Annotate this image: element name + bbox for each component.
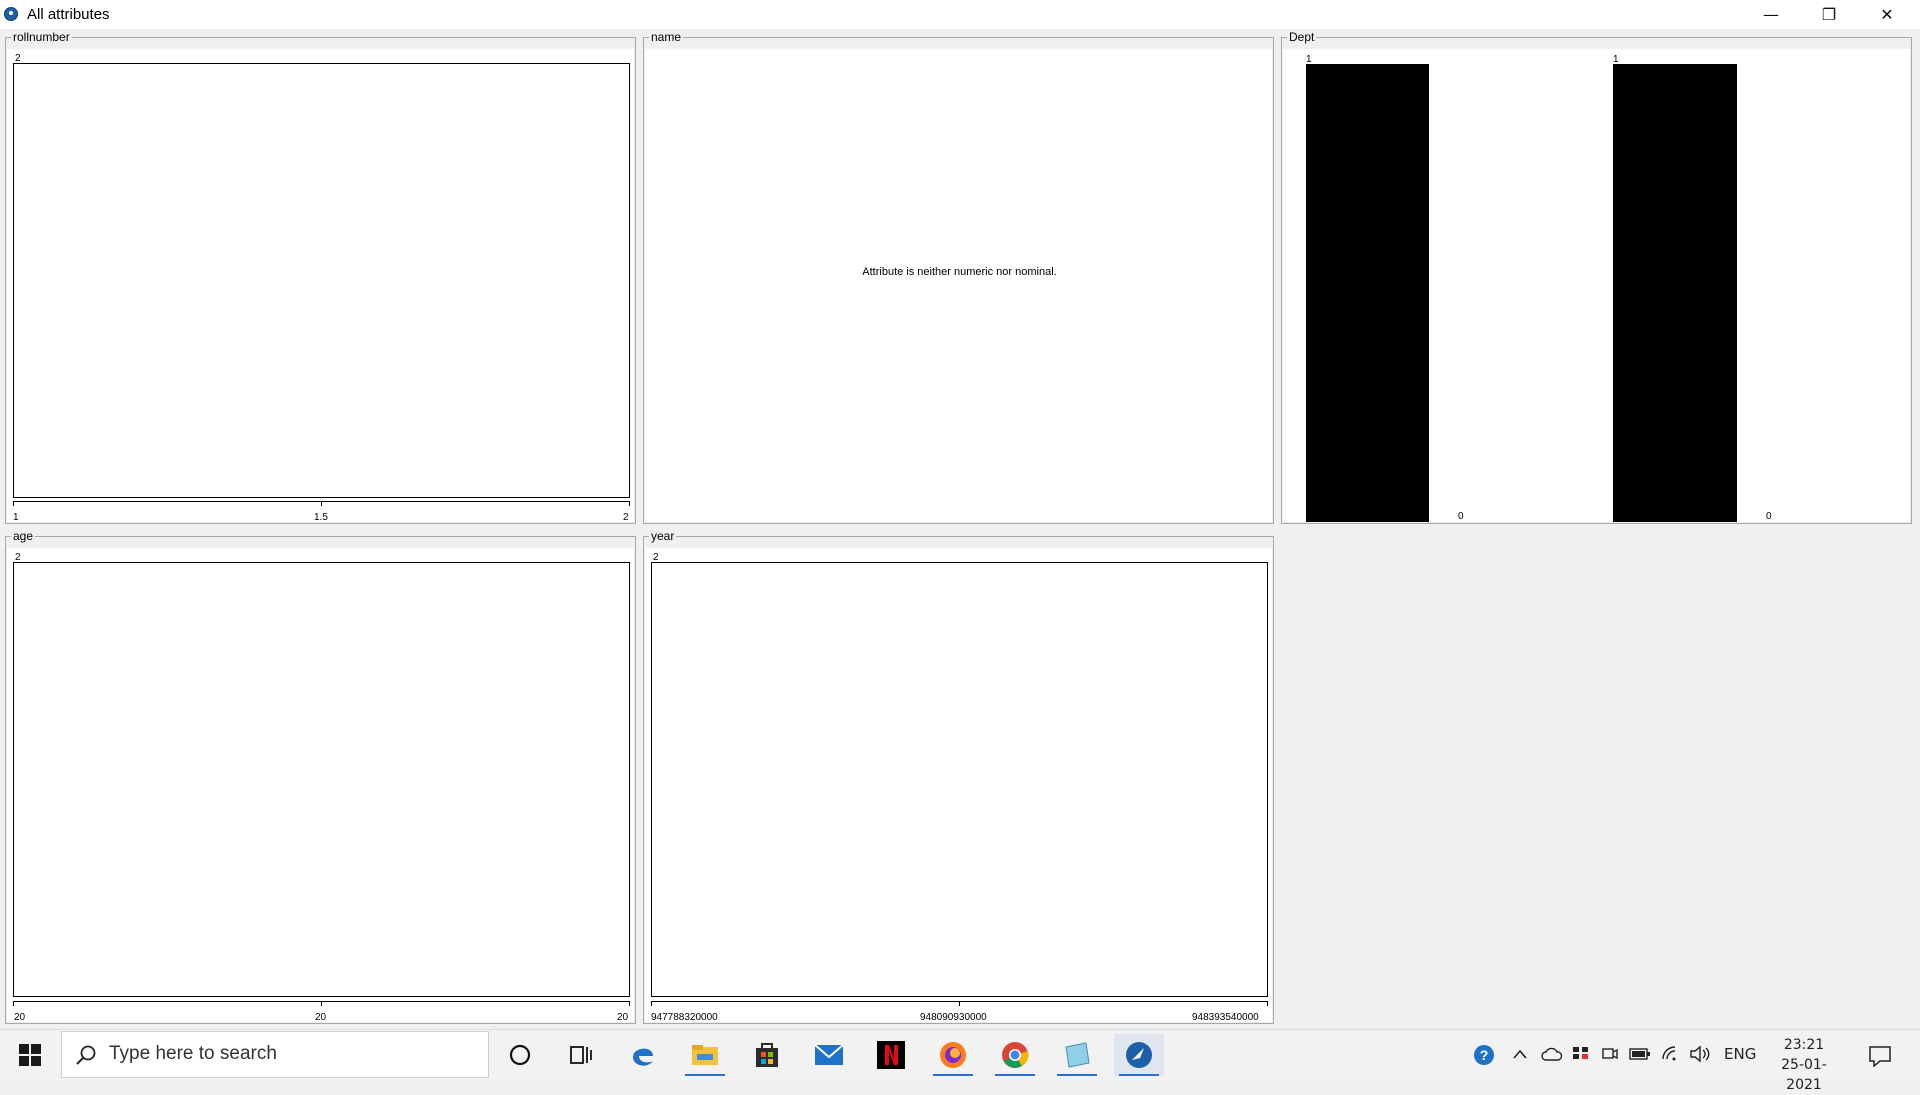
panel-dept: Dept 1 0 1 0 [1281,30,1912,524]
panel-title: age [11,529,36,543]
running-indicator [995,1074,1035,1076]
file-explorer-icon [692,1045,718,1065]
x-tick [629,501,630,506]
x-tick [13,1001,14,1006]
histogram-frame [13,562,630,997]
store-button[interactable] [742,1034,792,1076]
panel-age: age 2 20 20 20 [5,529,636,1024]
search-icon [76,1045,96,1065]
notification-center-icon[interactable] [1868,1045,1892,1067]
close-button[interactable]: ✕ [1858,0,1916,29]
x-label-max: 20 [617,1012,629,1023]
volume-icon[interactable] [1689,1045,1711,1063]
x-label-max: 2 [623,512,629,523]
x-tick [321,1001,322,1006]
minimize-button[interactable]: — [1742,0,1800,29]
meet-now-icon[interactable] [1601,1045,1619,1063]
x-tick [959,1001,960,1006]
file-explorer-button[interactable] [680,1034,730,1076]
edge-button[interactable] [618,1034,668,1076]
svg-text:?: ? [1480,1047,1489,1063]
panel-title: name [649,30,684,44]
running-indicator [1119,1074,1159,1076]
restore-button[interactable]: ❐ [1800,0,1858,29]
clock-time: 23:21 [1783,1037,1825,1053]
clock[interactable]: 23:21 25-01-2021 [1768,1035,1840,1095]
firefox-icon [940,1042,966,1068]
edge-icon [633,1048,653,1066]
x-label-mid: 948090930000 [920,1012,987,1023]
weka-button[interactable] [1114,1034,1164,1076]
chrome-button[interactable] [990,1034,1040,1076]
panel-year: year 2 947788320000 948090930000 9483935… [643,529,1274,1024]
windows-icon [19,1044,41,1066]
running-indicator [1057,1074,1097,1076]
task-view-icon [570,1046,592,1064]
cortana-icon [509,1044,531,1066]
weka-app-icon [4,7,18,21]
histogram-frame [13,63,630,498]
running-indicator [933,1074,973,1076]
panel-title: Dept [1287,30,1317,44]
window-title: All attributes [27,6,110,23]
clock-date: 25-01-2021 [1781,1057,1827,1093]
bar-zero-label: 0 [1458,511,1464,522]
bar-zero-label: 0 [1766,511,1772,522]
x-label-mid: 20 [315,1012,327,1023]
netflix-button[interactable] [866,1034,916,1076]
x-label-mid: 1.5 [314,512,328,523]
netflix-icon [877,1041,905,1069]
cortana-button[interactable] [495,1034,545,1076]
title-bar [0,0,1920,29]
help-icon[interactable]: ? [1473,1044,1495,1066]
firefox-button[interactable] [928,1034,978,1076]
x-label-min: 1 [13,512,19,523]
dept-bar [1613,64,1737,522]
x-tick [1267,1001,1268,1006]
notepad-button[interactable] [1052,1034,1102,1076]
dropbox-icon[interactable] [1571,1045,1591,1063]
histogram-frame [651,562,1268,997]
chevron-up-icon[interactable] [1512,1048,1528,1060]
mail-button[interactable] [804,1034,854,1076]
not-numeric-message: Attribute is neither numeric nor nominal… [862,266,1057,278]
language-indicator[interactable]: ENG [1724,1045,1756,1063]
running-indicator [685,1074,725,1076]
chrome-icon [1002,1042,1029,1068]
onedrive-icon[interactable] [1541,1047,1563,1061]
task-view-button[interactable] [556,1034,606,1076]
x-label-min: 20 [14,1012,26,1023]
start-button[interactable] [5,1034,55,1076]
x-tick [13,501,14,506]
search-placeholder[interactable]: Type here to search [109,1043,277,1065]
mail-icon [814,1044,844,1065]
x-tick [629,1001,630,1006]
x-label-min: 947788320000 [651,1012,718,1023]
wifi-icon[interactable] [1661,1045,1681,1063]
notepad-icon [1065,1042,1090,1068]
weka-icon [1126,1042,1152,1068]
x-tick [321,501,322,506]
x-label-max: 948393540000 [1192,1012,1259,1023]
x-tick [651,1001,652,1006]
dept-bar [1306,64,1429,522]
panel-rollnumber: rollnumber 2 1 1.5 2 [5,30,636,524]
panel-name: name Attribute is neither numeric nor no… [643,30,1274,524]
plot-area [645,49,1272,522]
panel-title: rollnumber [11,30,72,44]
store-icon [756,1043,778,1067]
panel-title: year [649,529,677,543]
battery-icon[interactable] [1629,1047,1651,1061]
